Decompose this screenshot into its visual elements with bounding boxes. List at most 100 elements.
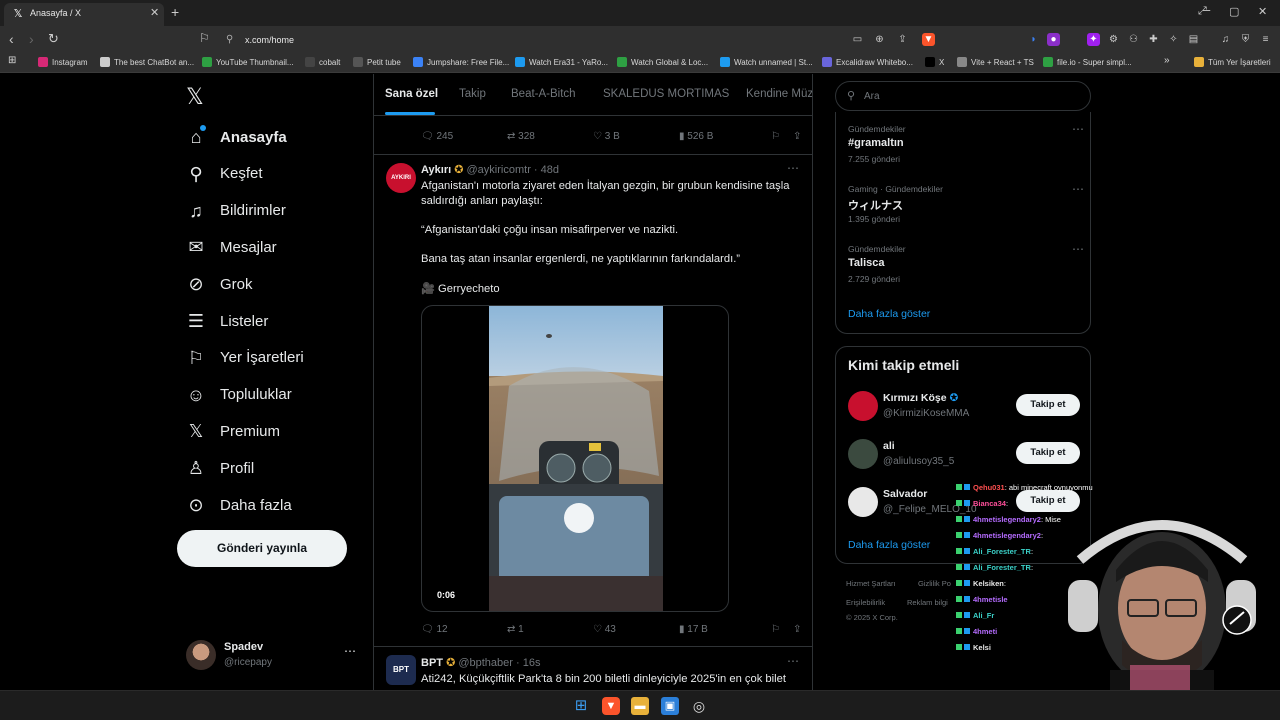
search-box[interactable]: ⚲ Ara bbox=[835, 81, 1091, 111]
reply-button[interactable]: 🗨 245 bbox=[421, 131, 453, 142]
follow-button[interactable]: Takip et bbox=[1016, 442, 1080, 464]
tweet-video[interactable]: 0:06 bbox=[421, 305, 729, 612]
url-text[interactable]: x.com/home bbox=[245, 35, 294, 45]
bookmark-item[interactable]: X bbox=[925, 57, 944, 67]
trend-more-icon[interactable]: ⋯ bbox=[1072, 182, 1084, 196]
retweet-button[interactable]: ⇄ 1 bbox=[507, 624, 524, 635]
nav-item-list[interactable]: ☰ Listeler bbox=[186, 307, 268, 335]
nav-item-grok[interactable]: ⊘ Grok bbox=[186, 270, 252, 298]
suggestion-handle[interactable]: @aliulusoy35_5 bbox=[883, 456, 954, 467]
tab-list-2[interactable]: SKALEDUS MORTIMAS bbox=[603, 88, 729, 100]
views-button[interactable]: ▮ 526 B bbox=[679, 131, 713, 142]
file-explorer-icon[interactable]: ▬ bbox=[631, 697, 649, 715]
nav-item-x[interactable]: 𝕏 Premium bbox=[186, 417, 280, 445]
nav-item-bell[interactable]: ♫ Bildirimler bbox=[186, 197, 286, 225]
footer-terms-link[interactable]: Hizmet Şartları bbox=[846, 579, 896, 588]
trend-more-icon[interactable]: ⋯ bbox=[1072, 122, 1084, 136]
bookmark-item[interactable]: YouTube Thumbnail... bbox=[202, 57, 294, 67]
nav-item-mail[interactable]: ✉ Mesajlar bbox=[186, 233, 276, 261]
sidebar-toggle-icon[interactable]: ▤ bbox=[1187, 33, 1200, 46]
extension-4-icon[interactable]: ⚙ bbox=[1107, 33, 1120, 46]
more-options-icon[interactable]: ⋯ bbox=[344, 644, 356, 658]
share-icon[interactable]: ⇪ bbox=[793, 624, 801, 635]
minimize-window-icon[interactable]: – bbox=[1203, 2, 1210, 17]
bookmark-item[interactable]: Jumpshare: Free File... bbox=[413, 57, 509, 67]
cast-icon[interactable]: ▭ bbox=[851, 33, 864, 46]
extension-5-icon[interactable]: ⚇ bbox=[1127, 33, 1140, 46]
post-button[interactable]: Gönderi yayınla bbox=[177, 530, 347, 567]
tweet-time[interactable]: 16s bbox=[523, 657, 541, 669]
tweet-avatar[interactable]: BPT bbox=[386, 655, 416, 685]
menu-icon[interactable]: ≡ bbox=[1259, 33, 1272, 46]
like-button[interactable]: ♡ 43 bbox=[593, 624, 616, 635]
tweet-author-name[interactable]: BPT bbox=[421, 657, 443, 669]
tab-for-you[interactable]: Sana özel bbox=[385, 88, 438, 100]
views-button[interactable]: ▮ 17 B bbox=[679, 624, 708, 635]
tab-list-1[interactable]: Beat-A-Bitch bbox=[511, 88, 576, 100]
show-more-follow-link[interactable]: Daha fazla göster bbox=[848, 539, 930, 551]
tab-list-3[interactable]: Kendine Müz bbox=[746, 88, 812, 100]
close-tab-icon[interactable]: ✕ bbox=[150, 6, 159, 19]
tab-following[interactable]: Takip bbox=[459, 88, 486, 100]
nav-item-communities[interactable]: ☺ Topluluklar bbox=[186, 381, 292, 409]
extension-6-icon[interactable]: ✚ bbox=[1147, 33, 1160, 46]
retweet-button[interactable]: ⇄ 328 bbox=[507, 131, 535, 142]
bookmark-page-icon[interactable]: ⚐ bbox=[199, 31, 210, 45]
share-icon[interactable]: ⇪ bbox=[793, 131, 801, 142]
nav-item-search[interactable]: ⚲ Keşfet bbox=[186, 160, 262, 188]
site-info-icon[interactable]: ⚲ bbox=[226, 34, 233, 45]
account-switcher[interactable]: Spadev @ricepapy ⋯ bbox=[186, 638, 366, 674]
browser-tab[interactable]: 𝕏 Anasayfa / X ✕ bbox=[4, 3, 164, 26]
bookmark-icon[interactable]: ⚐ bbox=[771, 131, 780, 142]
obs-icon[interactable]: ◎ bbox=[690, 697, 708, 715]
tweet-author-handle[interactable]: @bpthaber bbox=[458, 657, 513, 669]
bookmark-item[interactable]: cobalt bbox=[305, 57, 340, 67]
extensions-puzzle-icon[interactable]: ✧ bbox=[1167, 33, 1180, 46]
footer-accessibility-link[interactable]: Erişilebilirlik bbox=[846, 598, 885, 607]
x-logo-icon[interactable]: 𝕏 bbox=[186, 84, 204, 110]
tweet-author-handle[interactable]: @aykiricomtr bbox=[467, 164, 531, 176]
tweet-author-name[interactable]: Aykırı bbox=[421, 164, 451, 176]
extension-2-icon[interactable]: ● bbox=[1047, 33, 1060, 46]
nav-item-user[interactable]: ♙ Profil bbox=[186, 454, 254, 482]
close-window-icon[interactable]: ✕ bbox=[1258, 5, 1267, 18]
tweet-more-icon[interactable]: ⋯ bbox=[787, 161, 799, 175]
address-bar[interactable]: ⚲ x.com/home bbox=[218, 30, 943, 50]
tweet-time[interactable]: 48d bbox=[541, 164, 559, 176]
avatar[interactable] bbox=[848, 391, 878, 421]
avatar[interactable] bbox=[848, 487, 878, 517]
new-tab-icon[interactable]: + bbox=[171, 4, 179, 20]
zoom-icon[interactable]: ⊕ bbox=[873, 33, 886, 46]
share-icon[interactable]: ⇪ bbox=[896, 33, 909, 46]
bookmark-item[interactable]: Instagram bbox=[38, 57, 88, 67]
suggestion-name[interactable]: ali bbox=[883, 440, 895, 452]
suggestion-handle[interactable]: @KirmiziKoseMMA bbox=[883, 408, 969, 419]
nav-item-bookmark[interactable]: ⚐ Yer İşaretleri bbox=[186, 344, 304, 372]
tweet-avatar[interactable]: AYKIRI bbox=[386, 163, 416, 193]
bookmark-item[interactable]: Vite + React + TS bbox=[957, 57, 1034, 67]
trend-more-icon[interactable]: ⋯ bbox=[1072, 242, 1084, 256]
like-button[interactable]: ♡ 3 B bbox=[593, 131, 620, 142]
extension-1-icon[interactable]: ◗ bbox=[1027, 33, 1040, 46]
bookmark-item[interactable]: The best ChatBot an... bbox=[100, 57, 194, 67]
tweet-more-icon[interactable]: ⋯ bbox=[787, 654, 799, 668]
bookmark-item[interactable]: Watch unnamed | St... bbox=[720, 57, 813, 67]
back-icon[interactable]: ‹ bbox=[9, 31, 14, 47]
apps-icon[interactable]: ⊞ bbox=[8, 55, 16, 66]
more-bookmarks-icon[interactable]: » bbox=[1164, 55, 1170, 66]
media-icon[interactable]: ♫ bbox=[1219, 33, 1232, 46]
avatar[interactable] bbox=[848, 439, 878, 469]
bookmark-item[interactable]: Excalidraw Whitebo... bbox=[822, 57, 913, 67]
footer-privacy-link[interactable]: Gizlilik Po bbox=[918, 579, 951, 588]
reply-button[interactable]: 🗨 12 bbox=[421, 624, 448, 635]
suggestion-name[interactable]: Salvador bbox=[883, 488, 927, 500]
nav-item-more[interactable]: ⊙ Daha fazla bbox=[186, 491, 291, 519]
brave-browser-icon[interactable]: ▼ bbox=[602, 697, 620, 715]
suggestion-name[interactable]: Kırmızı Köşe ✪ bbox=[883, 392, 958, 404]
bookmark-item[interactable]: Petit tube bbox=[353, 57, 401, 67]
brave-shields-icon[interactable]: ▼ bbox=[922, 33, 935, 46]
all-bookmarks[interactable]: Tüm Yer İşaretleri bbox=[1194, 57, 1271, 67]
bookmark-icon[interactable]: ⚐ bbox=[771, 624, 780, 635]
maximize-window-icon[interactable]: ▢ bbox=[1229, 5, 1239, 18]
bookmark-item[interactable]: Watch Global & Loc... bbox=[617, 57, 708, 67]
